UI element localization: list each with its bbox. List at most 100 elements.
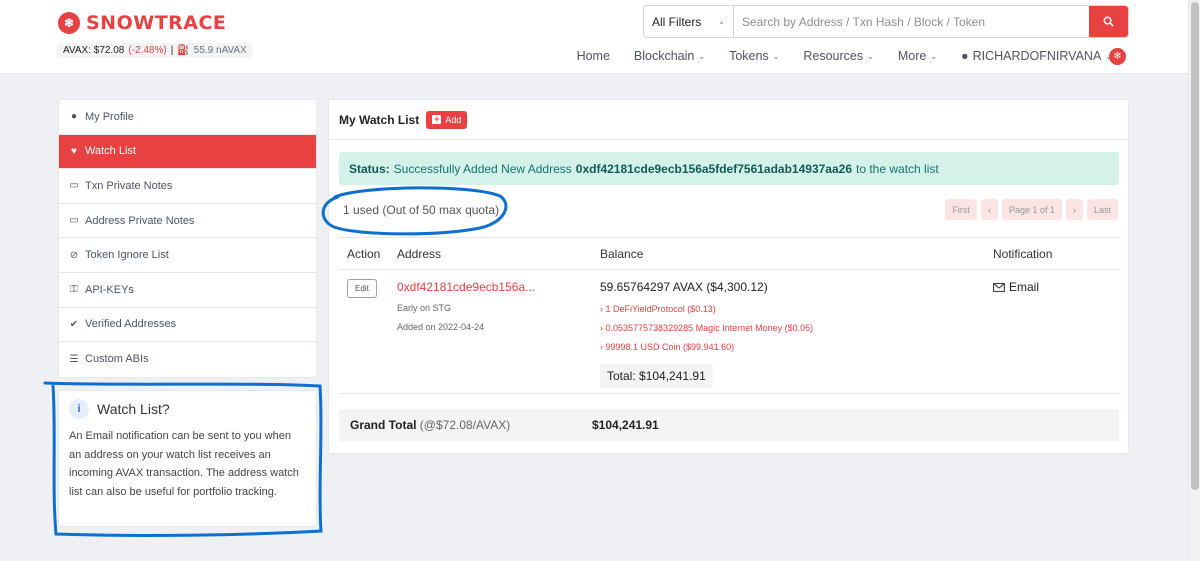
pager-next-button[interactable]: › <box>1065 199 1083 220</box>
sidebar-item-label: Txn Private Notes <box>85 179 173 192</box>
address-added-date: Added on 2022-04-24 <box>397 322 485 332</box>
avax-balance: 59.65764297 AVAX ($4,300.12) <box>600 280 768 294</box>
sidebar-item-label: API-KEYs <box>85 283 134 296</box>
grand-total-rate: (@$72.08/AVAX) <box>419 418 511 432</box>
nav-blockchain[interactable]: Blockchain ⌄ <box>622 49 717 63</box>
status-address: 0xdf42181cde9ecb156a5fdef7561adab14937aa… <box>575 161 852 176</box>
nav-tokens-label: Tokens <box>729 49 769 63</box>
quota-text: 1 used (Out of 50 max quota) <box>343 203 500 217</box>
note-icon: ▭ <box>69 215 79 227</box>
eye-slash-icon: ⊘ <box>69 249 79 261</box>
sidebar-item-label: Watch List <box>85 145 136 158</box>
user-circle-icon: ● <box>70 111 78 123</box>
price-bar: AVAX: $72.08 (-2.48%) | ⛽ 55.9 nAVAX <box>57 43 253 58</box>
nav-resources-label: Resources <box>803 49 864 63</box>
sidebar-item-label: Custom ABIs <box>85 353 149 366</box>
sidebar-item-label: Token Ignore List <box>85 249 169 262</box>
col-header-action: Action <box>347 246 381 261</box>
nav-tokens[interactable]: Tokens ⌄ <box>717 49 791 63</box>
nav-more[interactable]: More ⌄ <box>886 49 949 63</box>
brand-logo[interactable]: ❄ SNOWTRACE <box>58 12 226 34</box>
token-balance-link[interactable]: › 1 DeFiYieldProtocol ($0.13) <box>600 304 716 314</box>
gas-icon: ⛽ <box>177 45 190 56</box>
pager-last-button[interactable]: Last <box>1086 199 1118 220</box>
token-balance-link[interactable]: › 0.0535775738329285 Magic Internet Mone… <box>600 323 813 333</box>
status-prefix: Status: <box>349 161 390 176</box>
account-sidebar: ● My Profile ♥ Watch List ▭ Txn Private Not… <box>58 99 317 378</box>
search-bar: All Filters ⌄ <box>643 5 1129 38</box>
nav-resources[interactable]: Resources ⌄ <box>791 49 885 63</box>
pagination: First ‹ Page 1 of 1 › Last <box>945 199 1118 220</box>
sidebar-item-my-profile[interactable]: ● My Profile <box>59 100 316 135</box>
table-row: Edit 0xdf42181cde9ecb156a... Early on ST… <box>339 270 1119 394</box>
add-address-button[interactable]: + Add <box>426 110 468 129</box>
token-balance-link[interactable]: › 99998.1 USD Coin ($99,941.60) <box>600 342 734 352</box>
address-link[interactable]: 0xdf42181cde9ecb156a... <box>397 280 535 294</box>
info-box-title: Watch List? <box>97 401 170 417</box>
search-icon <box>1103 16 1114 27</box>
table-header: Action Address Balance Notification <box>339 237 1119 270</box>
sidebar-item-custom-abis[interactable]: ☰ Custom ABIs <box>59 342 316 377</box>
note-icon: ▭ <box>69 180 79 192</box>
col-header-address: Address <box>397 246 442 261</box>
status-alert: Status: Successfully Added New Address 0… <box>339 152 1119 185</box>
watch-list-card: My Watch List + Add Status: Successfully… <box>328 99 1129 454</box>
search-button[interactable] <box>1089 6 1128 37</box>
info-icon: i <box>69 399 89 419</box>
sidebar-item-label: My Profile <box>85 110 134 123</box>
plus-square-icon: + <box>432 114 442 124</box>
status-message: Successfully Added New Address <box>393 161 572 176</box>
nav-home[interactable]: Home <box>565 49 622 63</box>
pager-first-button[interactable]: First <box>945 199 977 220</box>
sidebar-item-watch-list[interactable]: ♥ Watch List <box>59 134 316 170</box>
list-icon: ☰ <box>69 353 79 365</box>
pager-prev-button[interactable]: ‹ <box>980 199 998 220</box>
notification-label: Email <box>1009 280 1040 294</box>
sidebar-item-address-private-notes[interactable]: ▭ Address Private Notes <box>59 204 316 239</box>
search-input[interactable] <box>734 6 1089 37</box>
avax-price-change: (-2.48%) <box>128 45 167 56</box>
key-icon: ⚿ <box>70 284 78 296</box>
grand-total-label: Grand Total (@$72.08/AVAX) <box>339 418 592 432</box>
grand-total-title: Grand Total <box>350 418 417 432</box>
address-name-tag: Early on STG <box>397 303 452 313</box>
nav-blockchain-label: Blockchain <box>633 49 695 63</box>
info-box-text: An Email notification can be sent to you… <box>69 430 299 498</box>
page-scrollbar[interactable] <box>1188 0 1200 561</box>
chevron-down-icon: ⌄ <box>772 51 780 61</box>
chevron-down-icon: ⌄ <box>930 51 938 61</box>
heart-icon: ♥ <box>71 145 77 157</box>
page-title: My Watch List <box>339 112 420 127</box>
avax-network-icon[interactable]: ❄ <box>1109 48 1126 65</box>
watch-list-info-box: i Watch List? An Email notification can … <box>58 390 317 527</box>
grand-total-row: Grand Total (@$72.08/AVAX) $104,241.91 <box>339 409 1119 441</box>
info-box-header: i Watch List? <box>69 399 306 419</box>
scrollbar-thumb[interactable] <box>1191 2 1199 490</box>
sidebar-item-verified-addresses[interactable]: ✔ Verified Addresses <box>59 308 316 343</box>
status-suffix: to the watch list <box>856 161 939 176</box>
notification-setting: Email <box>993 280 1039 294</box>
main-nav: Home Blockchain ⌄ Tokens ⌄ Resources ⌄ More… <box>565 49 1124 63</box>
sidebar-item-txn-private-notes[interactable]: ▭ Txn Private Notes <box>59 169 316 204</box>
check-badge-icon: ✔ <box>69 318 79 330</box>
sidebar-item-label: Address Private Notes <box>85 214 195 227</box>
gas-price[interactable]: 55.9 nAVAX <box>194 45 247 56</box>
nav-user-label: RICHARDOFNIRVANA <box>972 49 1102 63</box>
watch-list-table: Action Address Balance Notification Edit… <box>339 237 1119 394</box>
col-header-balance: Balance <box>600 246 644 261</box>
envelope-icon <box>993 282 1005 292</box>
sidebar-item-api-keys[interactable]: ⚿ API-KEYs <box>59 273 316 308</box>
pager-page-indicator: Page 1 of 1 <box>1001 199 1062 220</box>
header: ❄ SNOWTRACE AVAX: $72.08 (-2.48%) | ⛽ 55… <box>0 0 1188 74</box>
brand-name: SNOWTRACE <box>86 12 227 34</box>
nav-more-label: More <box>897 49 927 63</box>
sidebar-item-token-ignore-list[interactable]: ⊘ Token Ignore List <box>59 238 316 273</box>
edit-button[interactable]: Edit <box>347 279 377 298</box>
chevron-down-icon: ⌄ <box>698 51 706 61</box>
col-header-notification: Notification <box>993 246 1053 261</box>
price-separator: | <box>170 45 174 56</box>
search-filter-select[interactable]: All Filters ⌄ <box>644 6 734 37</box>
nav-user-menu[interactable]: ●RICHARDOFNIRVANA⌄ <box>949 49 1124 63</box>
snowtrace-logo-icon: ❄ <box>58 12 80 34</box>
chevron-down-icon: ⌄ <box>867 51 874 61</box>
